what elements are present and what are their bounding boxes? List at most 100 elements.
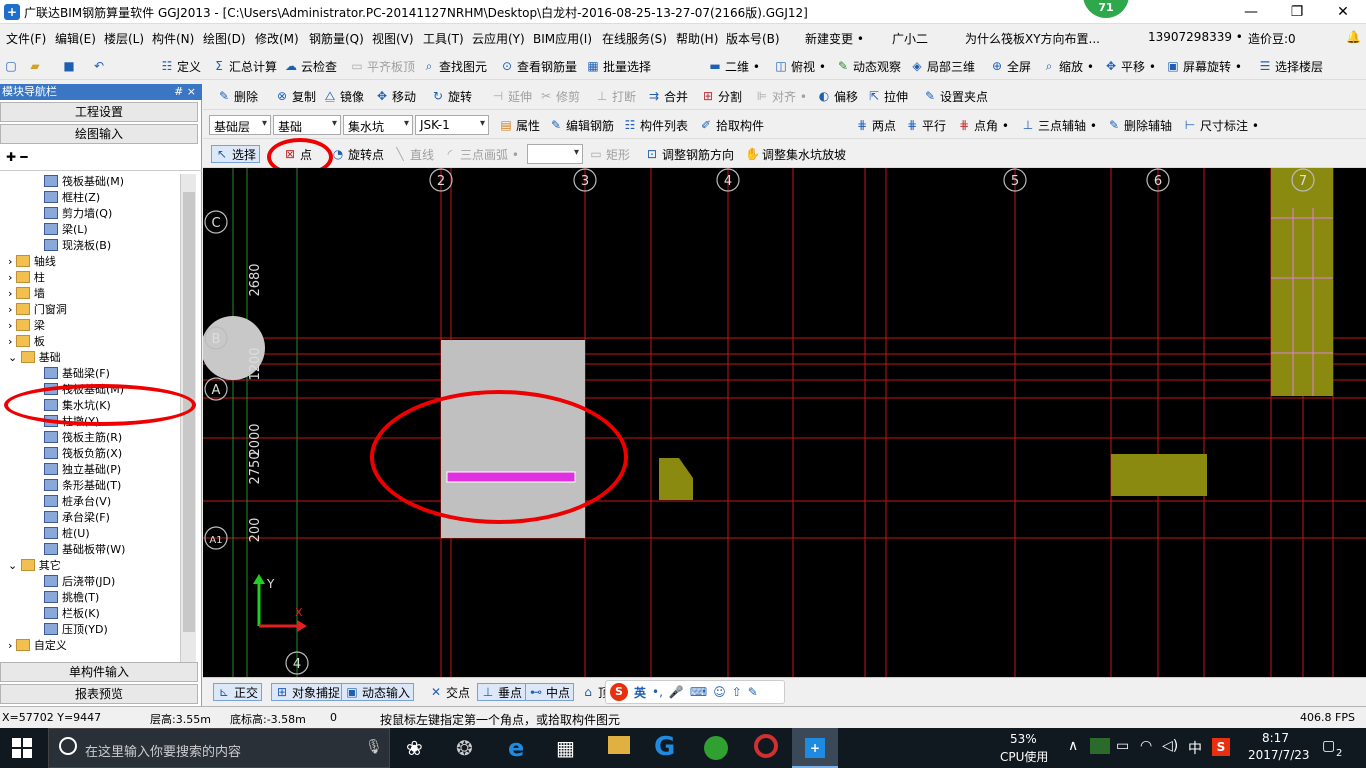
menu-file[interactable]: 文件(F) — [6, 30, 46, 47]
active-ggj-app[interactable]: + — [792, 728, 838, 768]
upload-icon[interactable]: ⇧ — [732, 685, 742, 699]
stretch-button[interactable]: ⇱ 拉伸 — [867, 87, 908, 105]
expand-chevron-icon[interactable]: ⌄ — [8, 559, 21, 572]
zoom-dropdown[interactable]: ⌕ 缩放 • — [1042, 57, 1094, 75]
score-badge[interactable]: 71 — [1083, 0, 1129, 18]
microphone-icon[interactable]: 🎤 — [669, 685, 684, 699]
tree-item[interactable]: 栏板(K) — [44, 606, 100, 622]
menu-credit[interactable]: 造价豆:0 — [1248, 30, 1296, 47]
view-rebar-qty-button[interactable]: ⊙ 查看钢筋量 — [500, 57, 577, 75]
expand-chevron-icon[interactable]: ⌄ — [8, 351, 21, 364]
mirror-button[interactable]: ⧋ 镜像 — [323, 87, 364, 105]
menu-rebar[interactable]: 钢筋量(Q) — [309, 30, 364, 47]
wrench-icon[interactable]: ✎ — [748, 685, 758, 699]
rotate-point-button[interactable]: ◔ 旋转点 — [331, 145, 384, 163]
file-explorer-icon[interactable] — [608, 736, 630, 754]
tree-item[interactable]: › 墙 — [8, 286, 45, 302]
drawing-canvas[interactable]: 2 3 4 5 6 7 C B A A1 4 2680 1200 2000 27… — [203, 168, 1366, 677]
menu-draw[interactable]: 绘图(D) — [203, 30, 246, 47]
item-select[interactable]: JSK-1 — [415, 115, 489, 135]
menu-help[interactable]: 帮助(H) — [676, 30, 718, 47]
open-file-button[interactable]: ▰ — [28, 57, 42, 75]
tree-scrollbar[interactable] — [180, 174, 196, 662]
drawing-svg[interactable]: 2 3 4 5 6 7 C B A A1 4 2680 1200 2000 27… — [203, 168, 1366, 677]
undo-button[interactable]: ↶ — [92, 57, 106, 75]
tree-item[interactable]: › 自定义 — [8, 638, 67, 654]
rotate-button[interactable]: ↻ 旋转 — [431, 87, 472, 105]
tree-item[interactable]: 基础梁(F) — [44, 366, 110, 382]
tree-item[interactable]: 梁(L) — [44, 222, 88, 238]
restore-button[interactable]: ❐ — [1274, 0, 1320, 24]
drawing-input-button[interactable]: 绘图输入 — [0, 124, 198, 144]
point-angle-dropdown[interactable]: ⋕ 点角 • — [957, 116, 1009, 134]
app-spiral-icon[interactable]: ❂ — [456, 736, 473, 760]
minimize-button[interactable]: — — [1228, 0, 1274, 24]
category-select[interactable]: 基础 — [273, 115, 341, 135]
tree-item[interactable]: 剪力墙(Q) — [44, 206, 112, 222]
tree-item[interactable]: › 轴线 — [8, 254, 56, 270]
menu-assistant[interactable]: 广小二 — [892, 30, 928, 47]
tree-item[interactable]: 筏板主筋(R) — [44, 430, 122, 446]
find-element-button[interactable]: ⌕ 查找图元 — [422, 57, 487, 75]
set-grip-button[interactable]: ✎ 设置夹点 — [923, 87, 988, 105]
expand-chevron-icon[interactable]: › — [8, 255, 16, 268]
task-view-icon[interactable]: ❀ — [406, 736, 423, 760]
tray-expand-icon[interactable]: ∧ — [1068, 738, 1078, 754]
type-select[interactable]: 集水坑 — [343, 115, 413, 135]
select-floor-button[interactable]: ☰ 选择楼层 — [1258, 57, 1323, 75]
browser-360-icon[interactable] — [704, 736, 728, 760]
adjust-pit-slope-button[interactable]: ✋ 调整集水坑放坡 — [745, 145, 846, 163]
clock-time[interactable]: 8:17 — [1262, 731, 1289, 745]
expand-chevron-icon[interactable]: › — [8, 639, 16, 652]
punctuation-icon[interactable]: •, — [652, 685, 663, 699]
menu-question-link[interactable]: 为什么筏板XY方向布置... — [965, 30, 1100, 47]
properties-button[interactable]: ▤ 属性 — [499, 116, 540, 134]
tree-item[interactable]: 条形基础(T) — [44, 478, 121, 494]
app-ring-icon[interactable] — [754, 734, 778, 758]
three-point-axis-dropdown[interactable]: ⊥ 三点辅轴 • — [1021, 116, 1097, 134]
expand-collapse-icons[interactable]: ✚ ━ — [6, 150, 27, 164]
menu-cloud[interactable]: 云应用(Y) — [472, 30, 525, 47]
expand-chevron-icon[interactable]: › — [8, 303, 16, 316]
tree-item[interactable]: 桩承台(V) — [44, 494, 111, 510]
snap-intersection-toggle[interactable]: ✕ 交点 — [429, 683, 470, 701]
tree-item[interactable]: ⌄ 基础 — [8, 350, 61, 366]
tree-item[interactable]: 挑檐(T) — [44, 590, 99, 606]
edge-browser-icon[interactable]: e — [508, 734, 524, 762]
adjust-rebar-direction-button[interactable]: ⊡ 调整钢筋方向 — [645, 145, 734, 163]
tree-item[interactable]: 筏板基础(M) — [44, 174, 124, 190]
split-button[interactable]: ⊞ 分割 — [701, 87, 742, 105]
ime-mode[interactable]: 英 — [634, 684, 646, 701]
windows-start-icon[interactable] — [12, 738, 32, 758]
rectangle-tool-button[interactable]: ▭ 矩形 — [589, 145, 630, 163]
single-component-input-button[interactable]: 单构件输入 — [0, 662, 198, 682]
menu-floor[interactable]: 楼层(L) — [104, 30, 144, 47]
component-list-button[interactable]: ☷ 构件列表 — [623, 116, 688, 134]
line-tool-button[interactable]: ╲ 直线 — [393, 145, 434, 163]
align-dropdown[interactable]: ⊫ 对齐 • — [755, 87, 807, 105]
fullscreen-button[interactable]: ⊕ 全屏 — [990, 57, 1031, 75]
dynamic-input-toggle[interactable]: ▣ 动态输入 — [341, 683, 415, 701]
glodon-g-icon[interactable]: G — [654, 732, 675, 762]
nvidia-tray-icon[interactable] — [1090, 738, 1110, 754]
copy-button[interactable]: ⊗ 复制 — [275, 87, 316, 105]
menu-online[interactable]: 在线服务(S) — [602, 30, 667, 47]
parallel-axis-button[interactable]: ⋕ 平行 — [905, 116, 946, 134]
floor-select[interactable]: 基础层 — [209, 115, 271, 135]
tree-item[interactable]: ⌄ 其它 — [8, 558, 61, 574]
menu-bim[interactable]: BIM应用(I) — [533, 30, 592, 47]
menu-view[interactable]: 视图(V) — [372, 30, 414, 47]
move-button[interactable]: ✥ 移动 — [375, 87, 416, 105]
expand-chevron-icon[interactable]: › — [8, 287, 16, 300]
tree-item[interactable]: 独立基础(P) — [44, 462, 121, 478]
foundation-element-rect[interactable] — [1111, 454, 1207, 496]
expand-chevron-icon[interactable]: › — [8, 319, 16, 332]
pick-component-button[interactable]: ✐ 拾取构件 — [699, 116, 764, 134]
tree-item[interactable]: 现浇板(B) — [44, 238, 111, 254]
report-preview-button[interactable]: 报表预览 — [0, 684, 198, 704]
ime-toolbar[interactable]: S 英 •, 🎤 ⌨ ☺ ⇧ ✎ — [605, 680, 785, 704]
local-3d-button[interactable]: ◈ 局部三维 — [910, 57, 975, 75]
menu-new-change[interactable]: 新建变更 • — [805, 30, 864, 47]
merge-button[interactable]: ⇉ 合并 — [647, 87, 688, 105]
wifi-icon[interactable]: ◠ — [1140, 738, 1152, 754]
